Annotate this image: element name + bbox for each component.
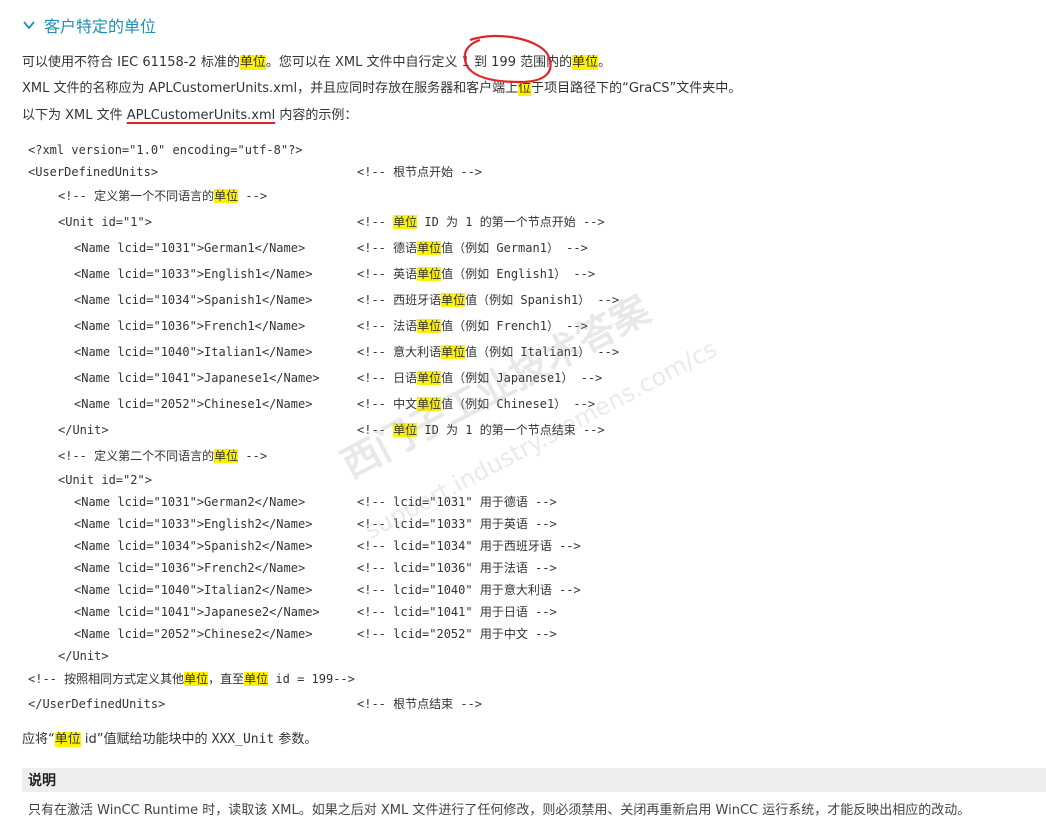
code-comment: <!-- 根节点开始 --> xyxy=(357,164,482,180)
code-comment: <!-- lcid="1040" 用于意大利语 --> xyxy=(357,583,581,597)
code-comment: <!-- lcid="1036" 用于法语 --> xyxy=(357,561,557,575)
text: <!-- 根节点开始 --> xyxy=(357,165,483,179)
text: --> xyxy=(238,449,268,463)
text: <!-- 日语 xyxy=(357,371,418,385)
chevron-down-icon xyxy=(23,21,35,30)
text: <!-- 按照相同方式定义其他 xyxy=(28,672,185,686)
code-line: <Name lcid="1036">French2</Name> xyxy=(74,561,306,575)
code-line: <Name lcid="1031">German2</Name> xyxy=(74,495,306,509)
highlight: 单位 xyxy=(244,672,269,686)
text: 参数。 xyxy=(274,732,318,747)
code-comment: <!-- 根节点结束 --> xyxy=(357,697,483,711)
highlight: 单位 xyxy=(572,55,599,70)
code-comment: <!-- 按照相同方式定义其他单位，直至单位 id = 199--> xyxy=(28,671,355,687)
code-line: <Name lcid="1041">Japanese2</Name> xyxy=(74,605,320,619)
code-line: </Unit> xyxy=(58,649,109,663)
text: id = 199--> xyxy=(268,672,355,686)
code-line: </Unit> xyxy=(58,423,109,437)
text: <!-- 英语 xyxy=(357,267,418,281)
text: <!-- 意大利语 xyxy=(357,345,442,359)
code-line: <UserDefinedUnits> xyxy=(28,165,159,179)
code-line: <Unit id="2"> xyxy=(58,473,152,487)
intro-line-2: XML 文件的名称应为 APLCustomerUnits.xml，并且应同时存放… xyxy=(22,80,741,98)
intro-line-1: 可以使用不符合 IEC 61158-2 标准的单位。您可以在 XML 文件中自行… xyxy=(22,54,611,72)
code-line: <Name lcid="1034">Spanish1</Name> xyxy=(74,293,313,307)
highlight: 单位 xyxy=(393,215,418,229)
code-line: <Name lcid="1040">Italian1</Name> xyxy=(74,345,313,359)
text: <!-- 西班牙语 xyxy=(357,293,442,307)
text: ，直至 xyxy=(208,672,245,686)
code-line: <Name lcid="2052">Chinese1</Name> xyxy=(74,397,313,411)
note-header-bar xyxy=(22,768,1046,792)
highlight: 单位 xyxy=(441,293,466,307)
text: <!-- xyxy=(357,215,394,229)
highlight: 单位 xyxy=(417,267,442,281)
highlight: 单位 xyxy=(417,241,442,255)
text: XML 文件的名称应为 APLCustomerUnits.xml，并且应同时存放… xyxy=(22,81,519,96)
section-title: 客户特定的单位 xyxy=(44,17,157,36)
section-toggle[interactable]: 客户特定的单位 xyxy=(22,12,156,38)
text: --> xyxy=(238,189,268,203)
text: <!-- 法语 xyxy=(357,319,418,333)
assign-line: 应将“单位 id”值赋给功能块中的 XXX_Unit 参数。 xyxy=(22,731,317,749)
code-line: </UserDefinedUnits> xyxy=(28,697,166,711)
text: <!-- 定义第二个不同语言的 xyxy=(58,449,215,463)
code-comment: <!-- 定义第二个不同语言的单位 --> xyxy=(58,448,267,464)
param-name: XXX_Unit xyxy=(211,732,275,747)
text: 。您可以在 XML 文件中自行定义 1 到 199 范围内的 xyxy=(265,55,573,70)
code-line: <Name lcid="1041">Japanese1</Name> xyxy=(74,371,320,385)
text: id”值赋给功能块中的 xyxy=(80,732,212,747)
highlight: 单位 xyxy=(417,319,442,333)
code-comment: <!-- 定义第一个不同语言的单位 --> xyxy=(58,188,267,204)
text: 以下为 XML 文件 xyxy=(22,108,127,123)
code-line: <Name lcid="2052">Chinese2</Name> xyxy=(74,627,313,641)
text: 值（例如 German1） --> xyxy=(441,241,588,255)
highlight: 单位 xyxy=(441,345,466,359)
note-text: 只有在激活 WinCC Runtime 时，读取该 XML。如果之后对 XML … xyxy=(28,803,971,818)
text: 可以使用不符合 IEC 61158-2 标准的 xyxy=(22,55,240,70)
text: 。 xyxy=(598,55,612,70)
note-title: 说明 xyxy=(28,773,56,789)
code-line: <Name lcid="1031">German1</Name> xyxy=(74,241,306,255)
text: 内容的示例： xyxy=(275,108,358,123)
intro-line-3: 以下为 XML 文件 APLCustomerUnits.xml 内容的示例： xyxy=(22,107,357,125)
highlight: 单位 xyxy=(54,732,81,747)
text: <!-- 定义第一个不同语言的 xyxy=(58,189,215,203)
highlight: 单位 xyxy=(184,672,209,686)
code-comment: <!-- lcid="1034" 用于西班牙语 --> xyxy=(357,539,581,553)
text: <!-- 德语 xyxy=(357,241,418,255)
code-comment: <!-- lcid="1041" 用于日语 --> xyxy=(357,605,557,619)
code-comment: <!-- 英语单位值（例如 English1） --> xyxy=(357,266,595,282)
text: 值（例如 English1） --> xyxy=(441,267,596,281)
code-line: <Name lcid="1033">English2</Name> xyxy=(74,517,313,531)
highlight: 单位 xyxy=(239,55,266,70)
code-line: <?xml version="1.0" encoding="utf-8"?> xyxy=(28,143,303,157)
code-line: <Unit id="1"> xyxy=(58,215,152,229)
code-comment: <!-- lcid="2052" 用于中文 --> xyxy=(357,627,557,641)
highlight: 单位 xyxy=(214,189,239,203)
code-comment: <!-- 德语单位值（例如 German1） --> xyxy=(357,240,588,256)
filename: APLCustomerUnits.xml xyxy=(126,108,276,123)
code-line: <Name lcid="1036">French1</Name> xyxy=(74,319,306,333)
highlight: 位 xyxy=(518,81,532,96)
highlight: 单位 xyxy=(214,449,239,463)
code-comment: <!-- 单位 ID 为 1 的第一个节点开始 --> xyxy=(357,214,605,230)
code-comment: <!-- 西班牙语单位值（例如 Spanish1） --> xyxy=(357,292,619,308)
text: 应将“ xyxy=(22,732,55,747)
code-line: <Name lcid="1040">Italian2</Name> xyxy=(74,583,313,597)
text: ID 为 1 的第一个节点开始 --> xyxy=(417,215,605,229)
text: 于项目路径下的“GraCS”文件夹中。 xyxy=(531,81,742,96)
code-line: <Name lcid="1033">English1</Name> xyxy=(74,267,313,281)
code-line: <Name lcid="1034">Spanish2</Name> xyxy=(74,539,313,553)
